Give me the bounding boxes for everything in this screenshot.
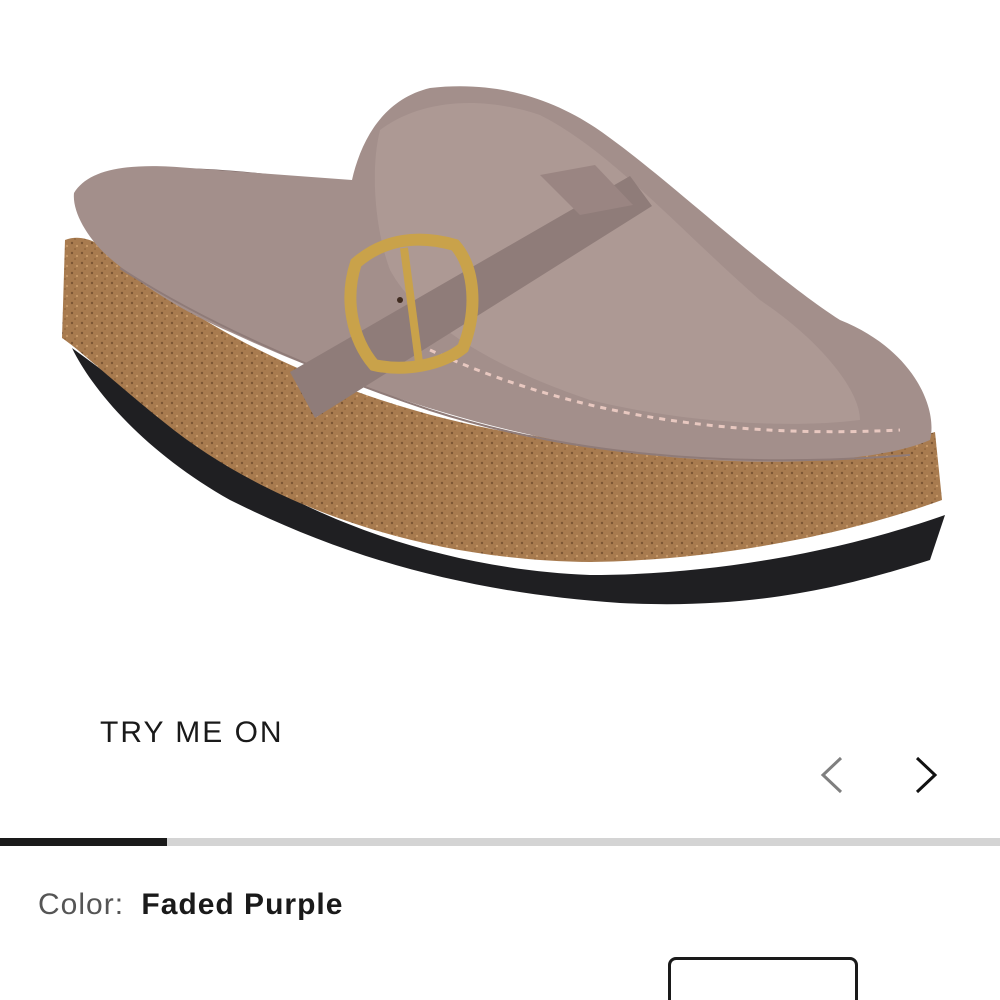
color-value: Faded Purple: [141, 888, 344, 921]
image-gallery-progress-fill: [0, 838, 167, 846]
image-gallery-progress: [0, 838, 1000, 846]
color-selector-label: Color: Faded Purple: [38, 888, 343, 922]
chevron-left-icon: [820, 756, 843, 794]
selected-color-swatch[interactable]: [668, 957, 858, 1000]
try-me-on-button[interactable]: TRY ME ON: [100, 716, 284, 750]
faded-purple-buckle-clog-image: [62, 86, 945, 605]
product-image[interactable]: [0, 0, 1000, 700]
chevron-right-icon: [915, 756, 938, 794]
product-page: TRY ME ON Color: Faded Purple: [0, 0, 1000, 1000]
previous-image-button[interactable]: [808, 750, 858, 800]
next-image-button[interactable]: [900, 750, 950, 800]
color-label: Color:: [38, 888, 125, 921]
